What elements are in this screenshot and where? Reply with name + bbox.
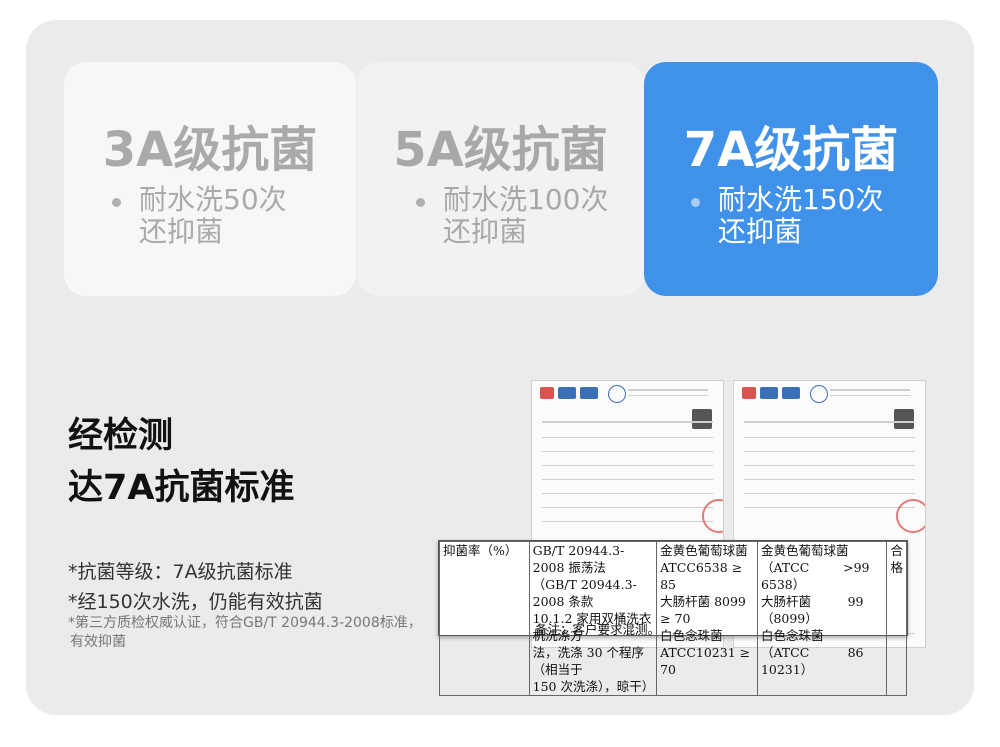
card-line2: 还抑菌 [443,215,528,248]
verdict: 合格 [886,541,907,696]
card-title: 7A级抗菌 [683,122,899,178]
bullet-dot-icon [112,198,121,207]
seal-stamp-icon [702,499,723,533]
card-line1: 耐水洗100次 [443,183,609,216]
card-line1: 耐水洗150次 [718,183,884,216]
logo-icon [810,385,828,403]
note-certification: *第三方质检权威认证，符合GB/T 20944.3-2008标准， 有效抑菌 [68,615,422,650]
logo-icon [760,387,778,399]
report-zoom-table: 抑菌率（%） GB/T 20944.3-2008 振荡法 （GB/T 20944… [438,540,908,696]
card-line2: 还抑菌 [718,215,803,248]
card-title: 3A级抗菌 [102,122,318,178]
logo-icon [608,385,626,403]
card-line1: 耐水洗50次 [139,183,287,216]
card-line2: 还抑菌 [139,215,224,248]
bullet-dot-icon [691,198,700,207]
logo-icon [782,387,800,399]
rate-label: 抑菌率（%） [439,541,530,696]
note-wash: *经150次水洗，仍能有效抗菌 [68,591,323,613]
headline-line1: 经检测 [68,416,174,456]
logo-icon [580,387,598,399]
logo-icon [742,387,756,399]
card-3a: 3A级抗菌 耐水洗50次 还抑菌 [64,62,356,296]
seal-stamp-icon [896,499,925,533]
qr-code-icon [692,409,712,429]
background-panel: 3A级抗菌 耐水洗50次 还抑菌 5A级抗菌 耐水洗100次 还抑菌 7A级抗菌 耐… [26,20,974,715]
report-remark: 备注：客户要求混测。 [535,622,661,637]
qr-code-icon [894,409,914,429]
test-results: 金黄色葡萄球菌 （ATCC 6538） >99 大肠杆菌（8099） 99 白色念珠… [756,541,888,696]
requirement: 金黄色葡萄球菌 ATCC6538 ≥ 85 大肠杆菌 8099 ≥ 70 白色念… [656,541,758,696]
card-7a: 7A级抗菌 耐水洗150次 还抑菌 [644,62,938,296]
headline-line2: 达7A抗菌标准 [68,468,295,508]
card-5a: 5A级抗菌 耐水洗100次 还抑菌 [357,62,644,296]
note-grade: *抗菌等级：7A级抗菌标准 [68,561,293,583]
card-title: 5A级抗菌 [393,122,608,178]
logo-icon [558,387,576,399]
logo-icon [540,387,554,399]
bullet-dot-icon [416,198,425,207]
